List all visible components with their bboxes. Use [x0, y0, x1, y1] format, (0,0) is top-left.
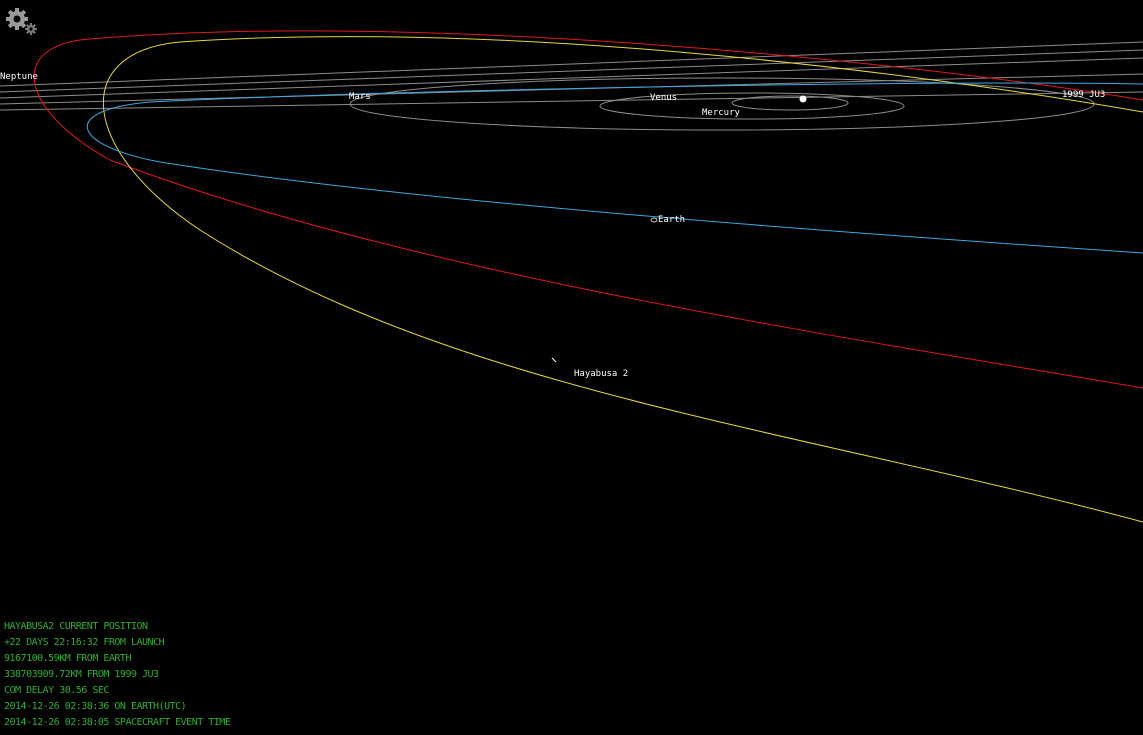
mercury-label: Mercury — [702, 108, 740, 118]
settings-button[interactable] — [4, 6, 38, 36]
telemetry-panel: HAYABUSA2 CURRENT POSITION +22 DAYS 22:1… — [4, 619, 231, 731]
gear-icon — [6, 8, 37, 35]
hayabusa-orbit — [102, 36, 1143, 523]
spacecraft-label: Hayabusa 2 — [574, 369, 629, 379]
hud-earth-time: 2014-12-26 02:38:36 ON EARTH(UTC) — [4, 701, 187, 712]
hud-distance-asteroid: 338703909.72KM FROM 1999 JU3 — [4, 669, 159, 680]
hud-spacecraft-time: 2014-12-26 02:38:05 SPACECRAFT EVENT TIM… — [4, 717, 231, 728]
hud-title: HAYABUSA2 CURRENT POSITION — [4, 621, 148, 632]
hud-com-delay: COM DELAY 30.56 SEC — [4, 685, 109, 696]
hud-distance-earth: 9167100.59KM FROM EARTH — [4, 653, 131, 664]
venus-label: Venus — [650, 93, 678, 103]
earth-orbit — [86, 82, 1143, 254]
orbit-line — [0, 49, 1143, 93]
venus-orbit — [599, 92, 905, 120]
earth-marker — [650, 217, 658, 223]
earth-label: Earth — [658, 215, 686, 225]
asteroid-label: 1999 JU3 — [1062, 90, 1106, 100]
mars-label: Mars — [349, 92, 371, 102]
mercury-orbit — [731, 95, 849, 111]
orbit-viewport[interactable]: Neptune Mars Venus Mercury 1999 JU3 Eart… — [0, 0, 1143, 735]
hayabusa-marker — [551, 357, 557, 363]
hud-elapsed: +22 DAYS 22:16:32 FROM LAUNCH — [4, 637, 165, 648]
sun — [799, 95, 807, 103]
neptune-label: Neptune — [0, 72, 38, 82]
